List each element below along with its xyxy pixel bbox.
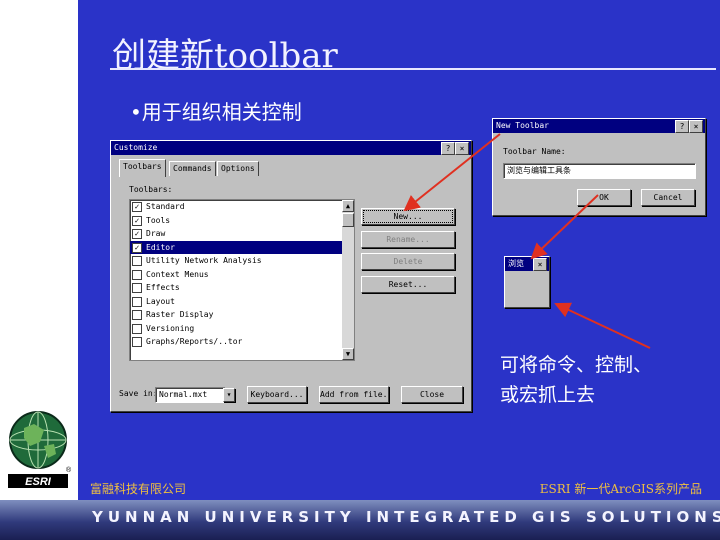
toolbar-list-item[interactable]: Context Menus <box>130 268 342 282</box>
new-toolbar-button[interactable]: New... <box>361 208 455 225</box>
checkbox[interactable] <box>132 283 142 293</box>
toolbars-listbox[interactable]: ✓ Standard ✓ Tools ✓ Draw ✓ Editor Utility Netwo… <box>129 199 355 361</box>
toolbar-list-item[interactable]: Raster Display <box>130 308 342 322</box>
close-button[interactable]: × <box>689 120 703 133</box>
save-in-value: Normal.mxt <box>159 390 208 399</box>
title-rule <box>110 68 716 70</box>
new-toolbar-dialog: New Toolbar ? × Toolbar Name: 浏览与编辑工具条 O… <box>492 118 706 216</box>
toolbar-list-item-label: Draw <box>146 229 166 238</box>
left-strip: ESRI ® <box>0 0 78 540</box>
callout-line-2: 或宏抓上去 <box>500 384 596 406</box>
toolbar-list-item-label: Graphs/Reports/..tor <box>146 337 243 346</box>
toolbar-list-item-label: Utility Network Analysis <box>146 256 262 265</box>
toolbar-list-item[interactable]: ✓ Draw <box>130 227 342 241</box>
toolbars-rows: ✓ Standard ✓ Tools ✓ Draw ✓ Editor Utility Netwo… <box>130 200 342 349</box>
callout-text: 可将命令、控制、 或宏抓上去 <box>500 350 652 410</box>
toolbar-list-item[interactable]: ✓ Tools <box>130 214 342 228</box>
registered-mark: ® <box>66 466 72 474</box>
delete-button[interactable]: Delete <box>361 253 455 270</box>
keyboard-button[interactable]: Keyboard... <box>247 386 307 403</box>
checkbox[interactable] <box>132 296 142 307</box>
save-in-label: Save in: <box>119 389 158 398</box>
customize-dialog: Customize ? × Toolbars Commands Options … <box>110 140 472 412</box>
checkbox[interactable]: ✓ <box>132 229 142 239</box>
toolbar-list-item-label: Raster Display <box>146 310 214 319</box>
help-button[interactable]: ? <box>441 142 455 155</box>
scroll-down-arrow-icon[interactable]: ▼ <box>342 348 354 360</box>
scroll-up-arrow-icon[interactable]: ▲ <box>342 200 354 212</box>
footer-product: ESRI 新一代ArcGIS系列产品 <box>539 482 702 496</box>
rename-button[interactable]: Rename... <box>361 231 455 248</box>
toolbar-list-item[interactable]: Utility Network Analysis <box>130 254 342 268</box>
help-button[interactable]: ? <box>675 120 689 133</box>
callout-line-1: 可将命令、控制、 <box>500 354 653 376</box>
cancel-button[interactable]: Cancel <box>641 189 695 206</box>
reset-button[interactable]: Reset... <box>361 276 455 293</box>
checkbox[interactable] <box>132 337 142 347</box>
chevron-down-icon[interactable]: ▾ <box>223 388 235 402</box>
toolbar-list-item[interactable]: Effects <box>130 281 342 295</box>
customize-title-bar[interactable]: Customize ? × <box>111 141 471 155</box>
checkbox[interactable] <box>132 323 142 334</box>
close-icon[interactable]: × <box>533 258 547 271</box>
ok-button[interactable]: OK <box>577 189 631 206</box>
tab-options[interactable]: Options <box>217 161 259 176</box>
close-button[interactable]: × <box>455 142 469 155</box>
checkbox[interactable] <box>132 269 142 280</box>
add-from-file-button[interactable]: Add from file... <box>319 386 389 403</box>
mini-toolbar-title: 浏览 <box>508 259 524 268</box>
toolbars-list-label: Toolbars: <box>129 185 173 194</box>
tab-commands[interactable]: Commands <box>169 161 216 176</box>
close-dialog-button[interactable]: Close <box>401 386 463 403</box>
toolbar-list-item[interactable]: ✓ Standard <box>130 200 342 214</box>
bullet-point: •用于组织相关控制 <box>130 100 302 124</box>
scroll-thumb[interactable] <box>342 213 354 227</box>
toolbar-list-item-label: Standard <box>146 202 185 211</box>
mini-toolbar-title-bar[interactable]: 浏览 × <box>505 257 549 271</box>
esri-logo-text: ESRI <box>25 476 52 488</box>
footer-company: 富融科技有限公司 <box>90 482 187 496</box>
banner-text: YUNNAN UNIVERSITY INTEGRATED GIS SOLUTIO… <box>92 508 720 526</box>
checkbox[interactable]: ✓ <box>132 215 142 226</box>
save-in-select[interactable]: Normal.mxt <box>155 387 226 403</box>
toolbar-list-item-label: Tools <box>146 215 171 225</box>
new-toolbar-title-bar[interactable]: New Toolbar ? × <box>493 119 705 133</box>
toolbar-list-item[interactable]: Versioning <box>130 322 342 336</box>
toolbar-list-item-label: Editor <box>146 242 175 252</box>
toolbar-list-item-label: Versioning <box>146 323 195 333</box>
toolbar-list-item-label: Effects <box>146 283 180 292</box>
new-toolbar-title: New Toolbar <box>496 121 549 130</box>
checkbox[interactable] <box>132 256 142 266</box>
checkbox[interactable]: ✓ <box>132 242 142 253</box>
tab-toolbars[interactable]: Toolbars <box>119 159 166 177</box>
toolbar-list-item-label: Context Menus <box>146 269 209 279</box>
toolbar-list-item[interactable]: Layout <box>130 295 342 309</box>
toolbar-name-input[interactable]: 浏览与编辑工具条 <box>503 163 696 179</box>
esri-globe-logo: ESRI ® <box>8 411 72 488</box>
toolbar-list-item-label: Layout <box>146 296 175 306</box>
toolbar-name-label: Toolbar Name: <box>503 147 566 156</box>
customize-title: Customize <box>114 143 158 152</box>
listbox-scrollbar[interactable]: ▲ ▼ <box>342 200 354 360</box>
checkbox[interactable]: ✓ <box>132 202 142 212</box>
toolbar-list-item[interactable]: ✓ Editor <box>130 240 342 254</box>
new-toolbar-window[interactable]: 浏览 × <box>504 256 550 308</box>
checkbox[interactable] <box>132 310 142 320</box>
toolbar-list-item[interactable]: Graphs/Reports/..tor <box>130 335 342 349</box>
